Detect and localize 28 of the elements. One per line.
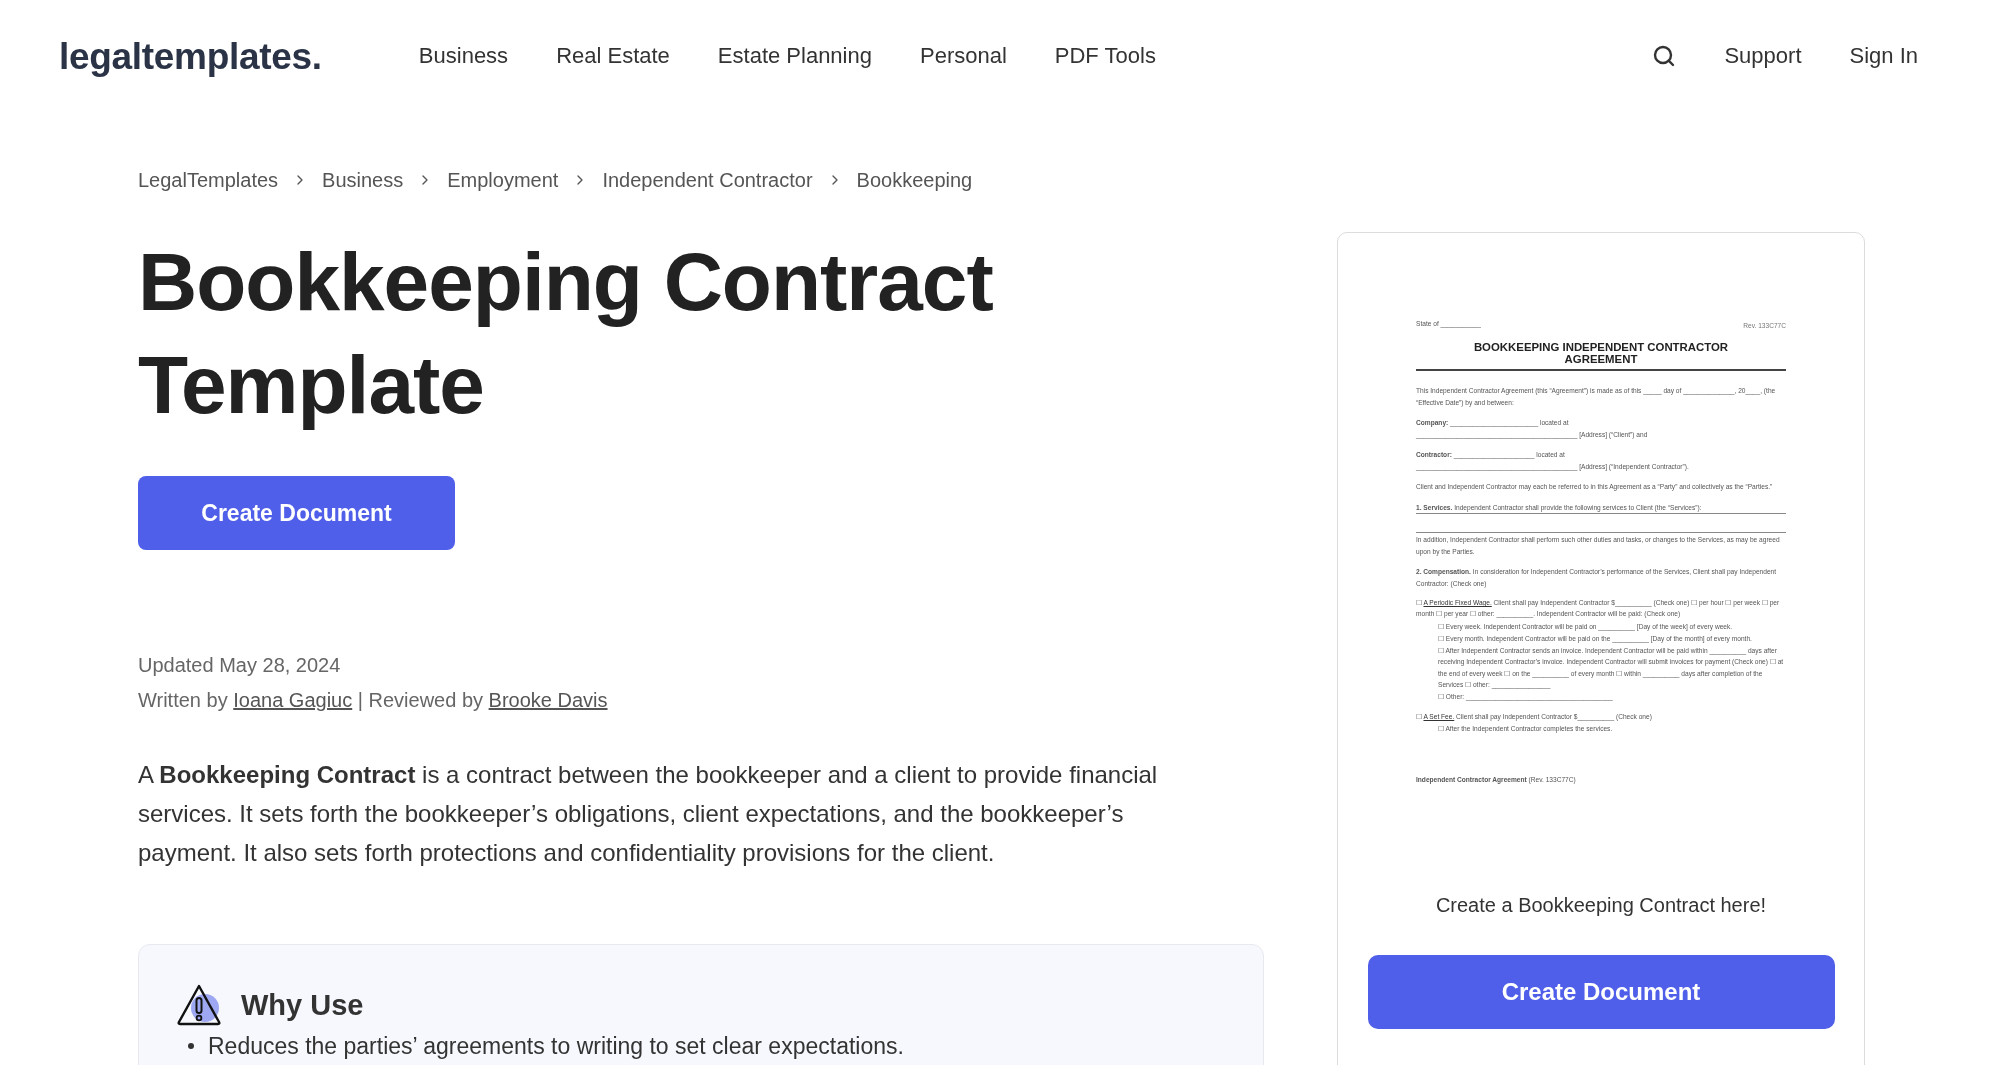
nav-link[interactable]: Estate Planning (717, 45, 872, 67)
person-name-link[interactable]: Brooke Davis (488, 689, 608, 711)
why-use-heading: Why Use (241, 990, 364, 1020)
breadcrumb-link[interactable]: LegalTemplates (138, 170, 279, 190)
nav-link[interactable]: Business (418, 45, 509, 67)
byline-text: Written by Ioana Gagiuc | Reviewed by Brooke Davis (138, 688, 608, 713)
create-document-button[interactable]: Create Document (138, 476, 455, 550)
breadcrumb-link[interactable]: Employment (447, 170, 559, 190)
document-title: BOOKKEEPING INDEPENDENT CONTRACTOR AGREEMENT (1472, 341, 1730, 365)
page-title: Bookkeeping Contract Template (138, 235, 994, 432)
nav-link[interactable]: Real Estate (556, 45, 670, 67)
nav-link[interactable]: Sign In (1849, 45, 1918, 67)
nav-link[interactable]: PDF Tools (1054, 45, 1156, 67)
warning-icon (176, 982, 222, 1028)
breadcrumb-link[interactable]: Business (322, 170, 404, 190)
create-document-button[interactable]: Create Document (1367, 955, 1835, 1029)
card-caption: Create a Bookkeeping Contract here! (1435, 893, 1767, 918)
search-icon[interactable] (1652, 44, 1677, 68)
bullet-icon (188, 1043, 194, 1049)
breadcrumb-link[interactable]: Independent Contractor (602, 170, 813, 190)
updated-date: Updated May 28, 2024 (138, 653, 341, 678)
description-text: A Bookkeeping Contract is a contract between the bookkeeper and a client to provide financial services. It sets forth the bookkeeper’s obligations, client expectations, and the bookkeeper’s payment. It also sets forth protections and confidentiality provisions for the client. (138, 760, 1159, 868)
nav-link[interactable]: Personal (919, 45, 1007, 67)
breadcrumb-link[interactable]: Bookkeeping (856, 170, 973, 190)
person-name-link[interactable]: Ioana Gagiuc (233, 689, 353, 711)
why-use-item: Reduces the parties’ agreements to writing to set clear expectations. (208, 1033, 904, 1059)
logo[interactable]: legaltemplates. (59, 37, 322, 75)
nav-link[interactable]: Support (1724, 45, 1802, 67)
